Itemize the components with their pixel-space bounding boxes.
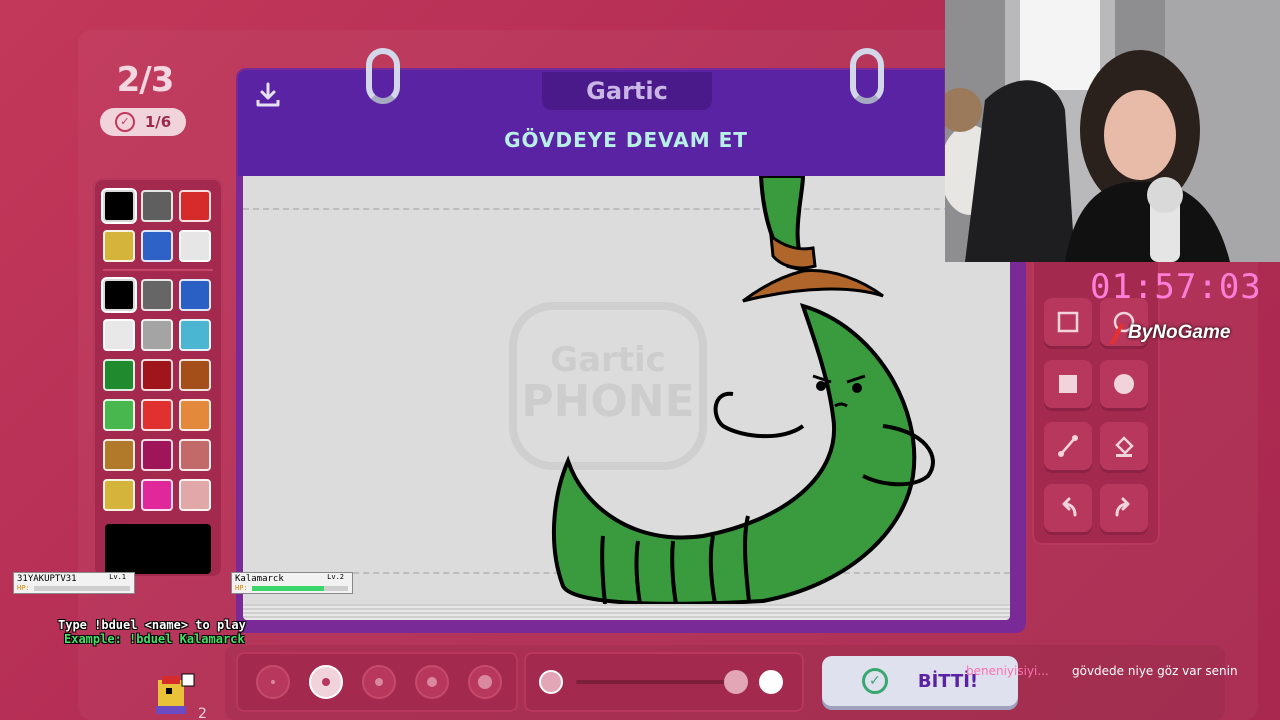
- player-level: Lv.2: [327, 573, 344, 581]
- player-hp-card: 31YAKUPTV31 Lv.1 HP:: [13, 572, 135, 594]
- hp-bar-track: [34, 586, 130, 591]
- brush-size-5[interactable]: [468, 665, 502, 699]
- redo-button[interactable]: [1100, 484, 1148, 532]
- gartic-logo: Gartic: [542, 72, 712, 110]
- opacity-max-indicator: [759, 670, 783, 694]
- color-swatch[interactable]: [141, 479, 173, 511]
- opacity-slider-track[interactable]: [576, 680, 736, 684]
- color-swatch[interactable]: [103, 439, 135, 471]
- color-swatch[interactable]: [141, 279, 173, 311]
- player-hp-card: Kalamarck Lv.2 HP:: [231, 572, 353, 594]
- bucket-icon: [1115, 436, 1134, 457]
- color-swatch[interactable]: [179, 230, 211, 262]
- square-filled-icon: [1059, 375, 1077, 393]
- brush-size-panel: [236, 652, 518, 712]
- brush-size-3[interactable]: [362, 665, 396, 699]
- rectangle-outline-tool[interactable]: [1044, 298, 1092, 346]
- color-swatch[interactable]: [179, 279, 211, 311]
- hp-label: HP:: [235, 584, 248, 592]
- color-swatch[interactable]: [141, 359, 173, 391]
- pad-binder-ring-right: [850, 48, 884, 104]
- color-swatch[interactable]: [141, 439, 173, 471]
- color-swatch[interactable]: [103, 279, 135, 311]
- color-swatch[interactable]: [141, 319, 173, 351]
- duel-instruction-line: Type !bduel <name> to play: [58, 618, 246, 632]
- line-icon: [1058, 435, 1078, 457]
- brush-size-4[interactable]: [415, 665, 449, 699]
- circle-filled-icon: [1114, 374, 1134, 394]
- players-done-badge: ✓ 1/6: [100, 108, 186, 136]
- player-name: Kalamarck: [235, 574, 284, 584]
- brand-name: ByNoGame: [1128, 322, 1231, 343]
- current-color-preview[interactable]: [105, 524, 211, 574]
- redo-icon: [1115, 497, 1130, 517]
- players-done-count: 1/6: [144, 113, 172, 131]
- streamer-webcam: [945, 0, 1280, 262]
- duel-instructions: Type !bduel <name> to play Example: !bdu…: [58, 618, 246, 646]
- undo-icon: [1062, 497, 1077, 517]
- fill-bucket-tool[interactable]: [1100, 422, 1148, 470]
- pepper-drawing: [551, 176, 935, 606]
- webcam-feed-image: [945, 0, 1280, 262]
- color-swatch[interactable]: [179, 399, 211, 431]
- drawing-canvas[interactable]: Gartic PHONE: [243, 176, 1010, 606]
- pad-binder-ring-left: [366, 48, 400, 104]
- chat-message: gövdede niye göz var senin: [1072, 664, 1238, 678]
- player-name: 31YAKUPTV31: [17, 574, 77, 584]
- color-swatch[interactable]: [141, 190, 173, 222]
- color-swatch[interactable]: [141, 230, 173, 262]
- hp-bar-fill: [252, 586, 324, 591]
- palette-divider: [103, 269, 213, 271]
- download-icon[interactable]: [253, 80, 283, 110]
- brush-size-1[interactable]: [256, 665, 290, 699]
- color-swatch[interactable]: [103, 230, 135, 262]
- stream-timer: 01:57:03: [1090, 267, 1262, 307]
- color-swatch[interactable]: [179, 319, 211, 351]
- duel-example-line: Example: !bduel Kalamarck: [64, 632, 245, 646]
- hp-label: HP:: [17, 584, 30, 592]
- line-tool[interactable]: [1044, 422, 1092, 470]
- color-swatch[interactable]: [179, 439, 211, 471]
- color-swatch[interactable]: [179, 359, 211, 391]
- mascot-count: 2: [198, 706, 207, 720]
- brush-size-2[interactable]: [309, 665, 343, 699]
- color-swatch[interactable]: [103, 190, 135, 222]
- color-swatch[interactable]: [103, 359, 135, 391]
- check-icon: ✓: [861, 668, 888, 694]
- square-outline-icon: [1057, 311, 1079, 333]
- opacity-slider-panel: [524, 652, 804, 712]
- color-swatch[interactable]: [103, 479, 135, 511]
- round-counter: 2/3 ✓ 1/6: [100, 60, 190, 136]
- opacity-min-indicator: [539, 670, 563, 694]
- undo-button[interactable]: [1044, 484, 1092, 532]
- pad-pages: [243, 604, 1010, 620]
- color-swatch[interactable]: [141, 399, 173, 431]
- opacity-slider-handle[interactable]: [724, 670, 748, 694]
- player-level: Lv.1: [109, 573, 126, 581]
- chat-username: beneniyisiyi...: [966, 664, 1049, 678]
- check-icon: ✓: [114, 112, 135, 132]
- color-swatch[interactable]: [103, 399, 135, 431]
- rectangle-fill-tool[interactable]: [1044, 360, 1092, 408]
- color-swatch[interactable]: [179, 190, 211, 222]
- round-progress: 2/3: [116, 60, 175, 100]
- color-swatch[interactable]: [179, 479, 211, 511]
- ellipse-fill-tool[interactable]: [1100, 360, 1148, 408]
- color-palette: [93, 178, 223, 578]
- prompt-title: GÖVDEYE DEVAM ET: [504, 128, 748, 152]
- bynogame-logo-icon: [1110, 323, 1124, 345]
- pixel-mascot-icon: 2: [156, 673, 207, 720]
- color-swatch[interactable]: [103, 319, 135, 351]
